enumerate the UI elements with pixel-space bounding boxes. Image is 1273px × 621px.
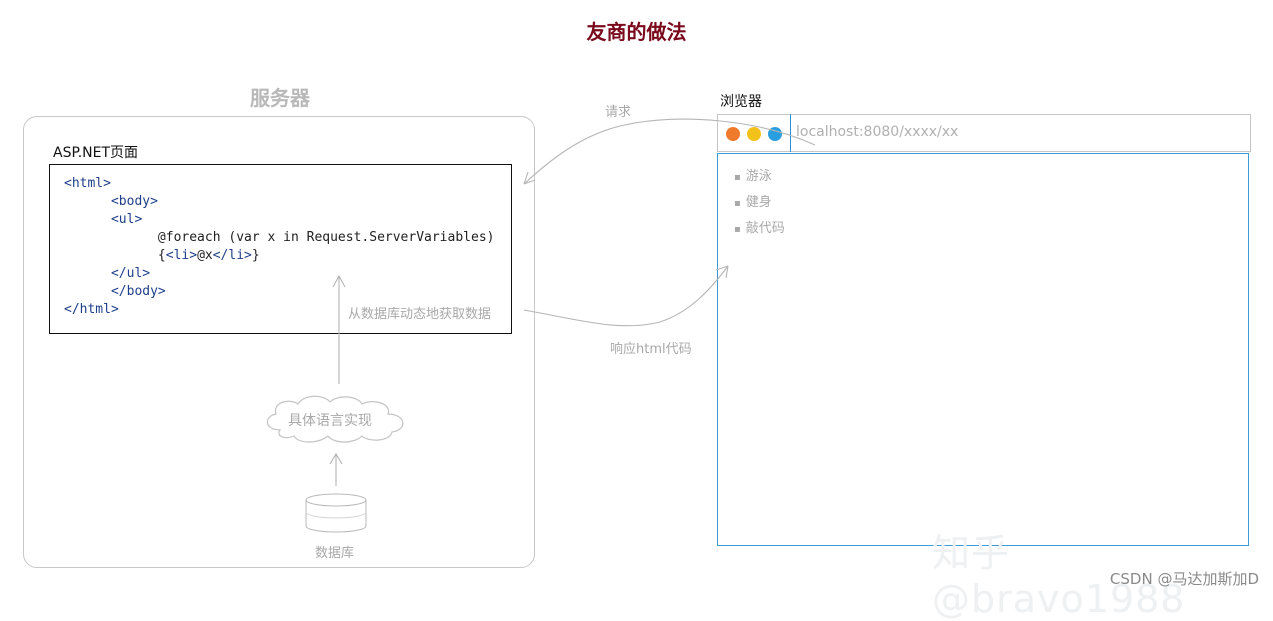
request-arrow (523, 118, 816, 185)
csdn-credit: CSDN @马达加斯加D (1109, 570, 1259, 588)
request-label: 请求 (605, 105, 632, 120)
connector-arrows (329, 118, 816, 486)
response-label: 响应html代码 (610, 342, 692, 357)
response-arrow (523, 265, 729, 327)
